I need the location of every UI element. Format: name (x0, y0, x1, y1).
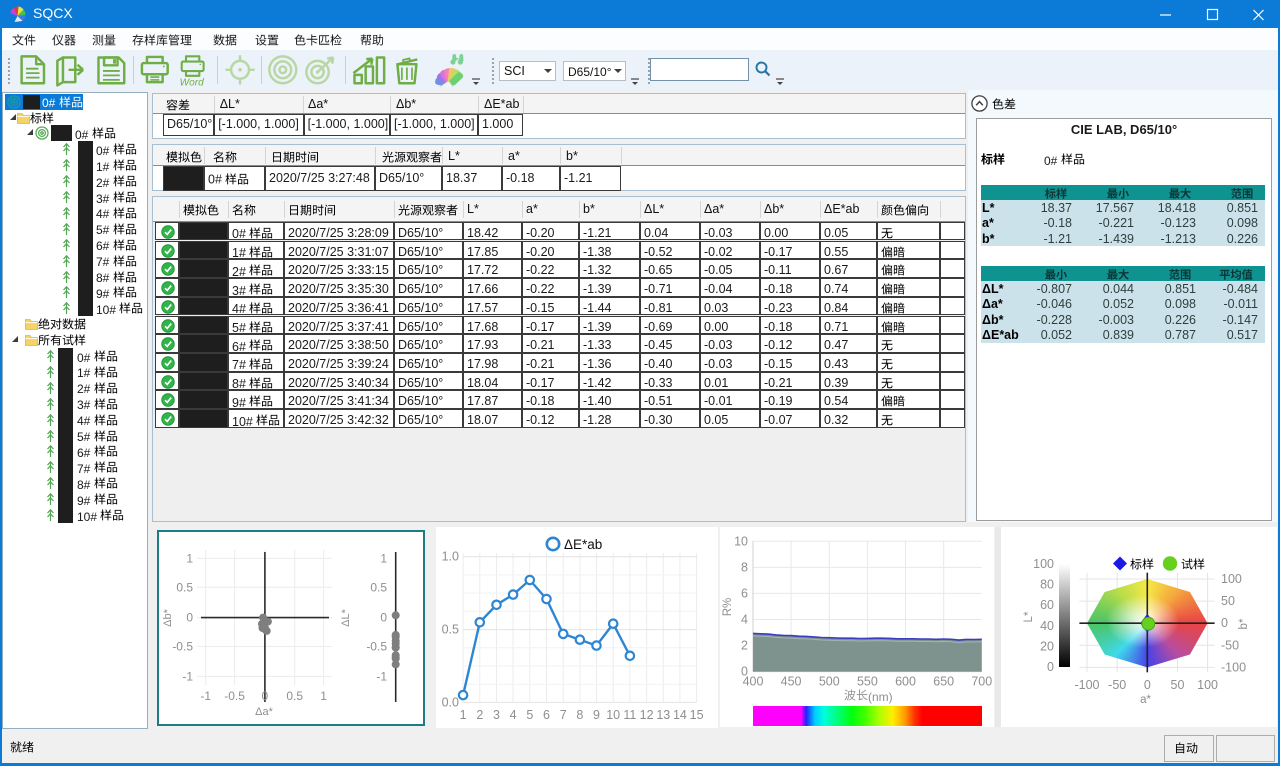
svg-text:0.5: 0.5 (176, 580, 193, 594)
svg-text:10: 10 (606, 708, 620, 722)
svg-text:0.5: 0.5 (370, 580, 387, 594)
svg-text:ΔE*ab: ΔE*ab (564, 537, 602, 552)
svg-text:8: 8 (576, 708, 583, 722)
svg-text:2: 2 (741, 639, 748, 653)
svg-text:11: 11 (623, 708, 636, 722)
svg-text:10: 10 (734, 534, 748, 548)
svg-text:15: 15 (690, 708, 704, 722)
svg-text:0: 0 (262, 689, 269, 703)
svg-text:8: 8 (741, 560, 748, 574)
svg-text:14: 14 (673, 708, 687, 722)
svg-text:3: 3 (493, 708, 500, 722)
svg-text:4: 4 (741, 613, 748, 627)
svg-text:1.0: 1.0 (442, 550, 459, 564)
svg-text:500: 500 (819, 675, 840, 689)
svg-text:5: 5 (526, 708, 533, 722)
svg-text:2: 2 (476, 708, 483, 722)
svg-text:1: 1 (380, 551, 387, 565)
svg-text:0: 0 (380, 611, 387, 625)
svg-text:9: 9 (593, 708, 600, 722)
svg-text:0.5: 0.5 (442, 623, 459, 637)
svg-text:600: 600 (895, 675, 916, 689)
svg-text:0.5: 0.5 (286, 689, 303, 703)
svg-text:-1: -1 (182, 669, 193, 683)
svg-text:-0.5: -0.5 (172, 640, 193, 654)
svg-text:7: 7 (560, 708, 567, 722)
svg-text:-0.5: -0.5 (366, 640, 387, 654)
svg-text:0: 0 (186, 611, 193, 625)
svg-text:6: 6 (543, 708, 550, 722)
svg-text:700: 700 (971, 675, 992, 689)
svg-text:1: 1 (320, 689, 327, 703)
svg-text:1: 1 (186, 551, 193, 565)
svg-text:1: 1 (460, 708, 467, 722)
svg-text:0.0: 0.0 (442, 695, 459, 709)
svg-text:-1: -1 (376, 669, 387, 683)
svg-text:-0.5: -0.5 (224, 689, 245, 703)
svg-text:400: 400 (743, 675, 764, 689)
svg-text:ΔL*: ΔL* (340, 608, 352, 626)
svg-text:13: 13 (656, 708, 670, 722)
svg-text:Word: Word (180, 77, 204, 86)
svg-text:450: 450 (781, 675, 802, 689)
svg-text:6: 6 (741, 586, 748, 600)
svg-text:Δa*: Δa* (255, 706, 273, 718)
svg-text:Δb*: Δb* (162, 608, 174, 626)
svg-text:-1: -1 (200, 689, 211, 703)
svg-text:4: 4 (510, 708, 517, 722)
svg-text:12: 12 (640, 708, 654, 722)
svg-text:650: 650 (933, 675, 954, 689)
svg-text:R%: R% (722, 598, 734, 617)
